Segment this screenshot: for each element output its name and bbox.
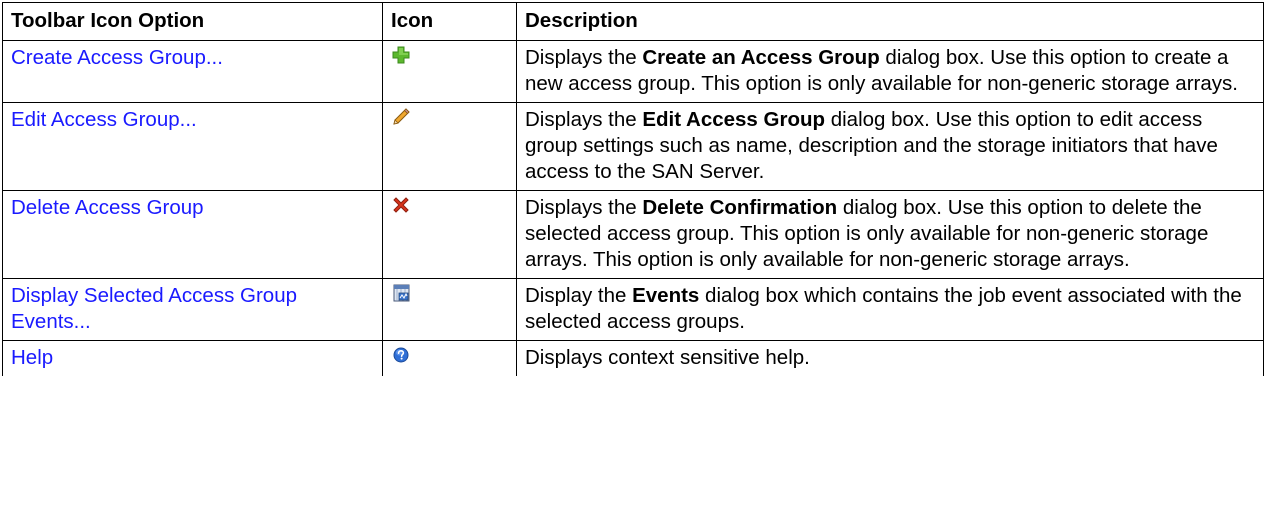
create-access-group-link[interactable]: Create Access Group... (11, 46, 223, 69)
delete-x-icon (391, 195, 411, 215)
dialog-name: Edit Access Group (642, 108, 826, 131)
dialog-name: Create an Access Group (642, 46, 880, 69)
option-cell: Edit Access Group... (2, 102, 383, 191)
dialog-name: Delete Confirmation (642, 196, 838, 219)
display-access-group-events-link[interactable]: Display Selected Access Group Events... (11, 284, 297, 333)
icon-cell (382, 340, 517, 376)
description-cell: Displays context sensitive help. (516, 340, 1264, 376)
option-cell: Delete Access Group (2, 190, 383, 279)
table-row: Edit Access Group... Displays the Edit A… (2, 102, 1264, 191)
description-cell: Displays the Edit Access Group dialog bo… (516, 102, 1264, 191)
table-row: Help Displays context sensitive help. (2, 340, 1264, 376)
description-text-pre: Displays the (525, 46, 643, 69)
description-cell: Display the Events dialog box which cont… (516, 278, 1264, 341)
icon-cell (382, 102, 517, 191)
edit-access-group-link[interactable]: Edit Access Group... (11, 108, 197, 131)
option-cell: Display Selected Access Group Events... (2, 278, 383, 341)
table-row: Display Selected Access Group Events... … (2, 278, 1264, 341)
header-icon: Icon (382, 2, 517, 41)
option-cell: Help (2, 340, 383, 376)
plus-icon (391, 45, 411, 65)
header-row: Toolbar Icon Option Icon Description (2, 2, 1264, 41)
header-option: Toolbar Icon Option (2, 2, 383, 41)
option-cell: Create Access Group... (2, 40, 383, 103)
header-description: Description (516, 2, 1264, 41)
icon-cell (382, 40, 517, 103)
events-icon (391, 283, 411, 303)
help-icon (391, 345, 411, 365)
table-row: Delete Access Group Displays the Delete … (2, 190, 1264, 279)
icon-cell (382, 190, 517, 279)
delete-access-group-link[interactable]: Delete Access Group (11, 196, 204, 219)
description-cell: Displays the Delete Confirmation dialog … (516, 190, 1264, 279)
dialog-name: Events (632, 284, 700, 307)
description-text-pre: Display the (525, 284, 633, 307)
icon-cell (382, 278, 517, 341)
table-row: Create Access Group... Displays the Crea… (2, 40, 1264, 103)
pencil-icon (391, 107, 411, 127)
description-text-pre: Displays the (525, 196, 643, 219)
help-link[interactable]: Help (11, 346, 53, 369)
toolbar-options-table: Toolbar Icon Option Icon Description Cre… (2, 2, 1264, 376)
description-text-pre: Displays the (525, 108, 643, 131)
description-cell: Displays the Create an Access Group dial… (516, 40, 1264, 103)
